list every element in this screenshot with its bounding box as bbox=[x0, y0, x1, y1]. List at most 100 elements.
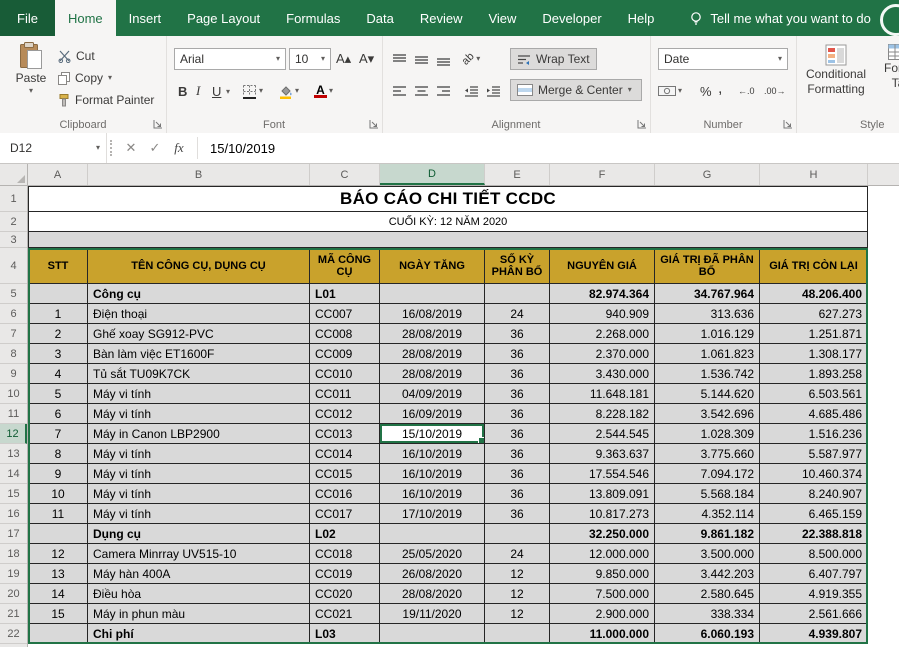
cell-H18[interactable]: 8.500.000 bbox=[760, 544, 868, 564]
cell-F8[interactable]: 2.370.000 bbox=[550, 344, 655, 364]
cell-H6[interactable]: 627.273 bbox=[760, 304, 868, 324]
cell-F19[interactable]: 9.850.000 bbox=[550, 564, 655, 584]
row-header-17[interactable]: 17 bbox=[0, 524, 27, 544]
cell-F18[interactable]: 12.000.000 bbox=[550, 544, 655, 564]
cell-D21[interactable]: 19/11/2020 bbox=[380, 604, 485, 624]
cell-G10[interactable]: 5.144.620 bbox=[655, 384, 760, 404]
column-header-E[interactable]: E bbox=[485, 164, 550, 185]
table-header-F[interactable]: NGUYÊN GIÁ bbox=[550, 248, 655, 284]
bold-button[interactable]: B bbox=[176, 81, 189, 101]
row-header-13[interactable]: 13 bbox=[0, 444, 27, 464]
tab-insert[interactable]: Insert bbox=[116, 0, 175, 36]
row-header-3[interactable]: 3 bbox=[0, 232, 27, 248]
underline-dropdown-icon[interactable]: ▾ bbox=[226, 88, 230, 96]
row-header-4[interactable]: 4 bbox=[0, 248, 27, 284]
font-size-select[interactable]: 10 ▾ bbox=[289, 48, 331, 70]
cell-C20[interactable]: CC020 bbox=[310, 584, 380, 604]
cell-E22[interactable] bbox=[485, 624, 550, 644]
cell-H13[interactable]: 5.587.977 bbox=[760, 444, 868, 464]
cell-C19[interactable]: CC019 bbox=[310, 564, 380, 584]
cell-A16[interactable]: 11 bbox=[28, 504, 88, 524]
cell-G9[interactable]: 1.536.742 bbox=[655, 364, 760, 384]
formula-bar-splitter[interactable] bbox=[110, 140, 116, 156]
decrease-font-size-button[interactable]: A▾ bbox=[357, 49, 376, 69]
percent-style-button[interactable]: % bbox=[698, 81, 714, 101]
table-header-A[interactable]: STT bbox=[28, 248, 88, 284]
cell-G8[interactable]: 1.061.823 bbox=[655, 344, 760, 364]
cell-C16[interactable]: CC017 bbox=[310, 504, 380, 524]
comma-style-button[interactable]: , bbox=[716, 79, 724, 99]
cell-F5[interactable]: 82.974.364 bbox=[550, 284, 655, 304]
cell-B11[interactable]: Máy vi tính bbox=[88, 404, 310, 424]
cell-F16[interactable]: 10.817.273 bbox=[550, 504, 655, 524]
cell-H7[interactable]: 1.251.871 bbox=[760, 324, 868, 344]
cell-F22[interactable]: 11.000.000 bbox=[550, 624, 655, 644]
column-header-F[interactable]: F bbox=[550, 164, 655, 185]
cell-E19[interactable]: 12 bbox=[485, 564, 550, 584]
number-dialog-launcher[interactable] bbox=[783, 119, 793, 129]
merge-center-button[interactable]: Merge & Center ▾ bbox=[510, 79, 642, 101]
cell-H22[interactable]: 4.939.807 bbox=[760, 624, 868, 644]
tell-me-box[interactable]: Tell me what you want to do bbox=[689, 0, 870, 36]
cell-C7[interactable]: CC008 bbox=[310, 324, 380, 344]
increase-font-size-button[interactable]: A▴ bbox=[334, 49, 353, 69]
cell-G21[interactable]: 338.334 bbox=[655, 604, 760, 624]
cell-F15[interactable]: 13.809.091 bbox=[550, 484, 655, 504]
table-header-G[interactable]: GIÁ TRỊ ĐÃ PHÂN BỔ bbox=[655, 248, 760, 284]
cell-E8[interactable]: 36 bbox=[485, 344, 550, 364]
clipboard-dialog-launcher[interactable] bbox=[153, 119, 163, 129]
column-header-B[interactable]: B bbox=[88, 164, 310, 185]
report-title[interactable]: BÁO CÁO CHI TIẾT CCDC bbox=[28, 186, 868, 212]
row-header-6[interactable]: 6 bbox=[0, 304, 27, 324]
cell-E18[interactable]: 24 bbox=[485, 544, 550, 564]
cell-H16[interactable]: 6.465.159 bbox=[760, 504, 868, 524]
italic-button[interactable]: I bbox=[194, 81, 202, 101]
cell-E6[interactable]: 24 bbox=[485, 304, 550, 324]
tab-page-layout[interactable]: Page Layout bbox=[174, 0, 273, 36]
cell-D6[interactable]: 16/08/2019 bbox=[380, 304, 485, 324]
confirm-entry-button[interactable]: ✓ bbox=[143, 140, 167, 156]
cell-C10[interactable]: CC011 bbox=[310, 384, 380, 404]
cell-A15[interactable]: 10 bbox=[28, 484, 88, 504]
fill-handle[interactable] bbox=[478, 437, 484, 443]
align-right-button[interactable] bbox=[434, 81, 453, 101]
row-header-18[interactable]: 18 bbox=[0, 544, 27, 564]
cell-B13[interactable]: Máy vi tính bbox=[88, 444, 310, 464]
cell-E5[interactable] bbox=[485, 284, 550, 304]
row-header-10[interactable]: 10 bbox=[0, 384, 27, 404]
cell-H17[interactable]: 22.388.818 bbox=[760, 524, 868, 544]
tab-home[interactable]: Home bbox=[55, 0, 116, 36]
cell-C18[interactable]: CC018 bbox=[310, 544, 380, 564]
cell-H15[interactable]: 8.240.907 bbox=[760, 484, 868, 504]
selected-cell-D12[interactable]: 15/10/2019 bbox=[380, 424, 485, 444]
column-header-D[interactable]: D bbox=[380, 164, 485, 185]
cell-G19[interactable]: 3.442.203 bbox=[655, 564, 760, 584]
column-header-C[interactable]: C bbox=[310, 164, 380, 185]
cell-F20[interactable]: 7.500.000 bbox=[550, 584, 655, 604]
row-header-15[interactable]: 15 bbox=[0, 484, 27, 504]
cell-B8[interactable]: Bàn làm việc ET1600F bbox=[88, 344, 310, 364]
cell-B5[interactable]: Công cụ bbox=[88, 284, 310, 304]
number-format-select[interactable]: Date ▾ bbox=[658, 48, 788, 70]
select-all-corner[interactable] bbox=[0, 164, 28, 185]
insert-function-button[interactable]: fx bbox=[167, 140, 191, 156]
cell-F12[interactable]: 2.544.545 bbox=[550, 424, 655, 444]
cell-E13[interactable]: 36 bbox=[485, 444, 550, 464]
cell-C17[interactable]: L02 bbox=[310, 524, 380, 544]
column-header-G[interactable]: G bbox=[655, 164, 760, 185]
table-header-D[interactable]: NGÀY TĂNG bbox=[380, 248, 485, 284]
decrease-indent-button[interactable] bbox=[462, 81, 481, 101]
cell-A6[interactable]: 1 bbox=[28, 304, 88, 324]
cell-B21[interactable]: Máy in phun màu bbox=[88, 604, 310, 624]
cell-C22[interactable]: L03 bbox=[310, 624, 380, 644]
cell-A11[interactable]: 6 bbox=[28, 404, 88, 424]
cell-A5[interactable] bbox=[28, 284, 88, 304]
cell-B10[interactable]: Máy vi tính bbox=[88, 384, 310, 404]
cell-B20[interactable]: Điều hòa bbox=[88, 584, 310, 604]
row-header-9[interactable]: 9 bbox=[0, 364, 27, 384]
cell-F10[interactable]: 11.648.181 bbox=[550, 384, 655, 404]
spacer-row[interactable] bbox=[28, 232, 868, 248]
cell-G16[interactable]: 4.352.114 bbox=[655, 504, 760, 524]
cell-G12[interactable]: 1.028.309 bbox=[655, 424, 760, 444]
cell-D9[interactable]: 28/08/2019 bbox=[380, 364, 485, 384]
